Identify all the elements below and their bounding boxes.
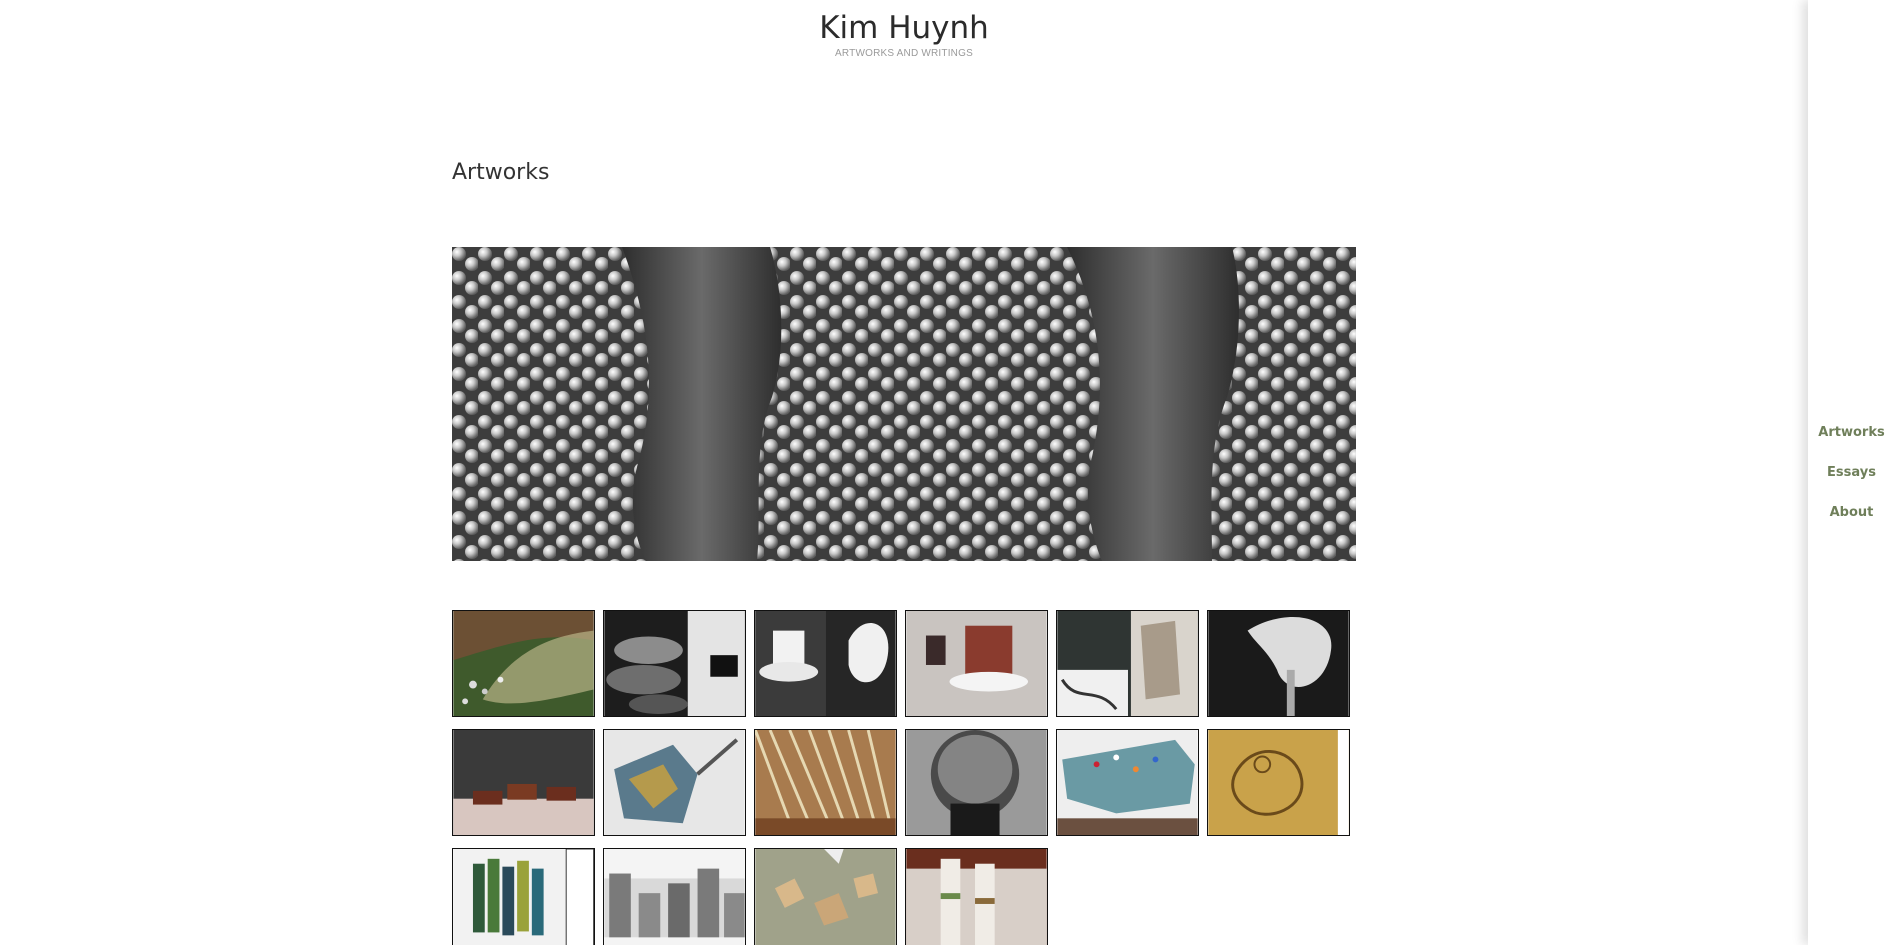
artwork-thumbnail[interactable] [1207,610,1350,717]
white-hats-artwork-image [755,611,896,716]
red-top-hat-artwork-image [906,611,1047,716]
painted-panels-artwork-image [453,849,594,945]
letters-sculpture-artwork-image [604,849,745,945]
page-heading: Artworks [452,160,550,185]
floor-cutouts-artwork-image [755,849,896,945]
artwork-thumbnail[interactable] [754,848,897,945]
columns-installation-artwork-image [906,849,1047,945]
nav-artworks-link[interactable]: Artworks [1808,425,1895,440]
site-title[interactable]: Kim Huynh [0,10,1808,46]
straw-strands-artwork-image [755,730,896,835]
artwork-thumbnail[interactable] [1207,729,1350,836]
page: Kim Huynh ARTWORKS AND WRITINGS Artworks [0,0,1895,945]
artwork-thumbnail[interactable] [452,848,595,945]
artwork-thumbnail[interactable] [603,729,746,836]
sidebar-nav: Artworks Essays About [1808,0,1895,945]
artwork-thumbnail[interactable] [1056,610,1199,717]
nav-about-link[interactable]: About [1808,505,1895,520]
site-tagline: ARTWORKS AND WRITINGS [835,48,973,59]
artwork-thumbnail[interactable] [905,848,1048,945]
artwork-thumbnail[interactable] [754,729,897,836]
floor-bricks-artwork-image [453,730,594,835]
artwork-thumbnail[interactable] [1056,729,1199,836]
artwork-thumbnail[interactable] [452,610,595,717]
artwork-thumbnail[interactable] [905,729,1048,836]
artwork-thumbnail[interactable] [754,610,897,717]
pearl-head-artwork-image [906,730,1047,835]
nav-essays-link[interactable]: Essays [1808,465,1895,480]
artwork-thumbnail[interactable] [603,610,746,717]
artwork-thumbnail[interactable] [603,848,746,945]
green-leaf-artwork-image [453,611,594,716]
artwork-thumbnail[interactable] [905,610,1048,717]
figure-drawing-artwork-image [1208,730,1349,835]
map-pins-artwork-image [1057,730,1198,835]
pearl-artwork-image [452,247,1356,561]
white-bonnet-artwork-image [1208,611,1349,716]
sketch-collage-artwork-image [1057,611,1198,716]
artwork-thumbnail[interactable] [452,729,595,836]
photo-mosaic-artwork-image [604,730,745,835]
black-hats-artwork-image [604,611,745,716]
hero-image [452,247,1356,561]
